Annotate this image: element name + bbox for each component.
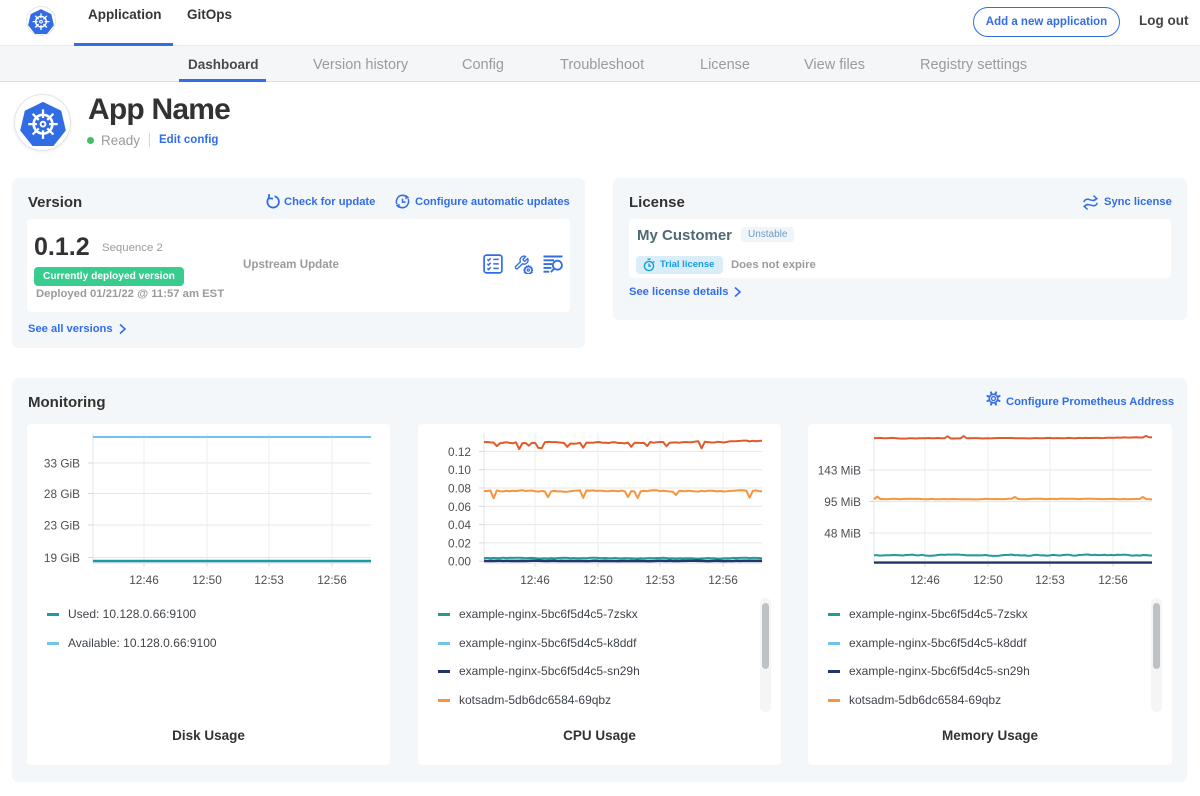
svg-text:12:46: 12:46 [910, 573, 940, 587]
svg-text:12:56: 12:56 [1098, 573, 1128, 587]
svg-text:12:46: 12:46 [520, 573, 550, 587]
svg-text:48 MiB: 48 MiB [824, 527, 861, 541]
svg-text:0.10: 0.10 [448, 463, 471, 477]
svg-text:0.04: 0.04 [448, 518, 471, 532]
svg-text:0.02: 0.02 [448, 536, 471, 550]
svg-text:95 MiB: 95 MiB [824, 495, 861, 509]
svg-text:0.12: 0.12 [448, 445, 471, 459]
svg-text:19 GiB: 19 GiB [44, 551, 80, 565]
svg-text:33 GiB: 33 GiB [44, 457, 80, 471]
svg-text:12:56: 12:56 [317, 573, 347, 587]
svg-text:12:46: 12:46 [129, 573, 159, 587]
svg-text:23 GiB: 23 GiB [44, 519, 80, 533]
svg-text:12:53: 12:53 [1035, 573, 1065, 587]
svg-text:12:53: 12:53 [254, 573, 284, 587]
svg-text:12:53: 12:53 [645, 573, 675, 587]
svg-text:0.00: 0.00 [448, 555, 471, 569]
svg-text:12:50: 12:50 [583, 573, 613, 587]
svg-text:12:50: 12:50 [973, 573, 1003, 587]
svg-text:0.06: 0.06 [448, 500, 471, 514]
svg-text:0.08: 0.08 [448, 482, 471, 496]
svg-text:12:50: 12:50 [192, 573, 222, 587]
svg-text:12:56: 12:56 [708, 573, 738, 587]
svg-text:28 GiB: 28 GiB [44, 487, 80, 501]
svg-text:143 MiB: 143 MiB [818, 464, 861, 478]
